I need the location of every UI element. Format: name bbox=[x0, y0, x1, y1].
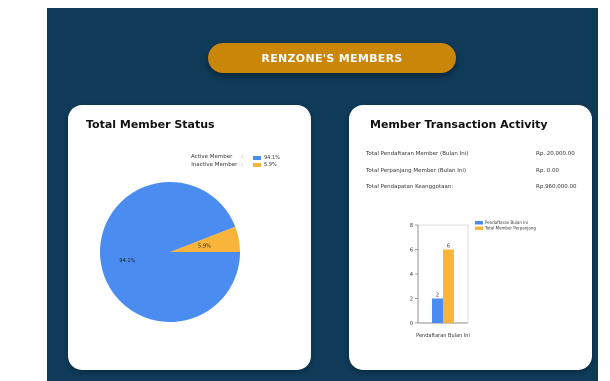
bar-legend-swatch bbox=[475, 221, 483, 225]
bar-registration bbox=[432, 298, 443, 323]
bar-renewal bbox=[443, 249, 454, 323]
member-status-card: Total Member Status Active Member : 94.1… bbox=[68, 105, 311, 370]
bar-y-tick-label: 0 bbox=[410, 321, 413, 327]
transaction-bar-chart: 0 2 4 6 8 2 6 Pendaftaran Bulan Ini Pendaftaran … bbox=[410, 220, 537, 339]
bar-legend-swatch bbox=[475, 226, 483, 230]
bar-x-category-label: Pendaftaran Bulan Ini bbox=[416, 333, 470, 339]
pie-label-active: 94.1% bbox=[119, 258, 135, 264]
bar-legend-label: Total Member Perpanjang bbox=[484, 226, 536, 231]
transaction-activity-card: Member Transaction Activity Total Pendaf… bbox=[349, 105, 592, 370]
bar-legend-label: Pendaftaran Bulan Ini bbox=[485, 220, 528, 225]
member-status-pie-chart: 5.9% 94.1% bbox=[99, 182, 240, 322]
bar-value-label: 6 bbox=[447, 244, 450, 250]
bar-y-tick-label: 2 bbox=[410, 296, 413, 302]
page-title-text: RENZONE'S MEMBERS bbox=[261, 51, 403, 65]
bar-y-tick-label: 4 bbox=[410, 272, 413, 278]
bar-value-label: 2 bbox=[436, 293, 439, 299]
bar-y-tick-label: 6 bbox=[410, 247, 413, 253]
bar-y-tick-label: 8 bbox=[410, 223, 413, 229]
pie-slice-active bbox=[99, 182, 240, 322]
page-title: RENZONE'S MEMBERS bbox=[208, 43, 456, 73]
pie-label-inactive: 5.9% bbox=[198, 244, 211, 250]
